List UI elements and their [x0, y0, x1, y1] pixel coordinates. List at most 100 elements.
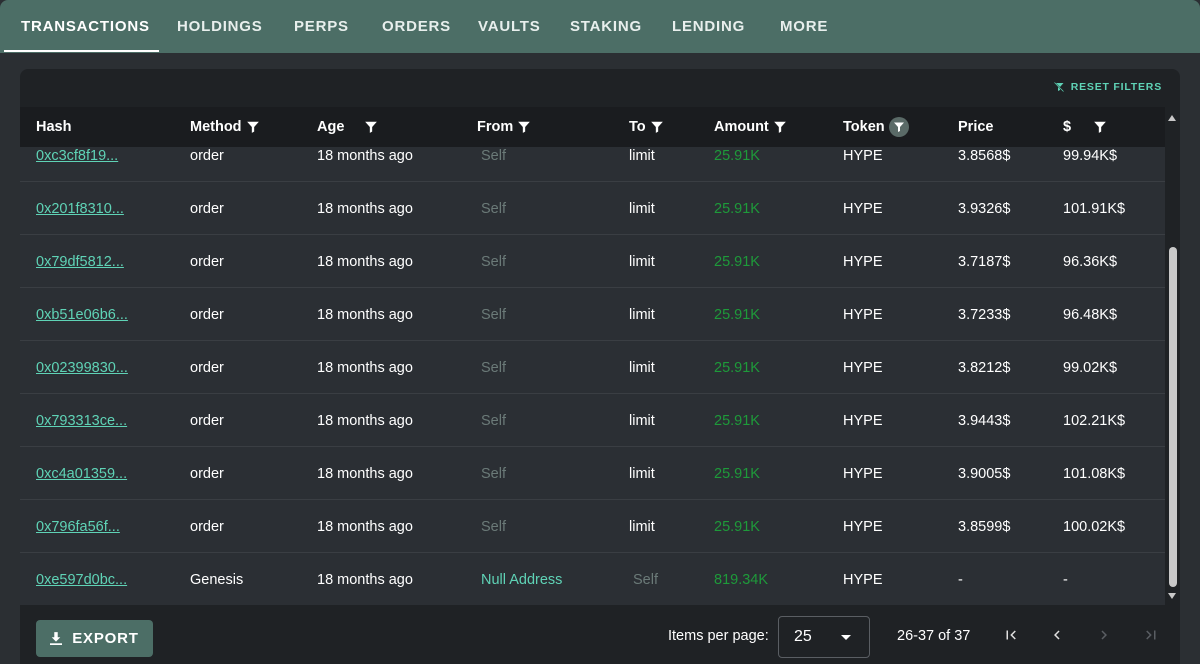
column-header-usd: $ [1063, 107, 1107, 147]
from-cell: Self [481, 518, 506, 535]
scroll-up-arrow-icon[interactable] [1168, 115, 1176, 121]
amount-cell: 25.91K [714, 306, 760, 323]
tab-perps[interactable]: PERPS [294, 0, 349, 53]
column-label: From [477, 119, 514, 135]
filter-off-icon [1053, 81, 1064, 93]
items-per-page-value: 25 [794, 628, 812, 645]
hash-link[interactable]: 0x796fa56f... [36, 500, 120, 553]
scrollbar-thumb[interactable] [1169, 247, 1177, 587]
to-cell: limit [629, 359, 655, 376]
chevron-left-icon [1054, 630, 1060, 640]
tab-holdings[interactable]: HOLDINGS [177, 0, 263, 53]
filter-icon[interactable] [773, 119, 787, 135]
price-cell: 3.8568$ [958, 147, 1011, 164]
hash-link[interactable]: 0xb51e06b6... [36, 288, 128, 341]
price-cell: 3.9326$ [958, 200, 1011, 217]
price-cell: 3.8599$ [958, 518, 1011, 535]
hash-link[interactable]: 0xc3cf8f19... [36, 147, 118, 182]
amount-cell: 25.91K [714, 200, 760, 217]
tab-staking[interactable]: STAKING [570, 0, 642, 53]
table-footer: EXPORT Items per page: 25 26-37 of 37 [20, 605, 1180, 664]
export-label: EXPORT [72, 630, 139, 647]
from-cell: Self [481, 253, 506, 270]
method-cell: order [190, 147, 224, 164]
age-cell: 18 months ago [317, 518, 413, 535]
last-page-button[interactable] [1138, 622, 1164, 648]
method-cell: order [190, 253, 224, 270]
column-label: $ [1063, 119, 1072, 135]
scroll-down-arrow-icon[interactable] [1168, 593, 1176, 599]
to-cell: limit [629, 306, 655, 323]
amount-cell: 25.91K [714, 253, 760, 270]
hash-link[interactable]: 0x793313ce... [36, 394, 127, 447]
items-per-page-select[interactable]: 25 [778, 616, 870, 658]
hash-link[interactable]: 0x02399830... [36, 341, 128, 394]
usd-value-cell: - [1063, 571, 1068, 588]
from-cell: Self [481, 359, 506, 376]
age-cell: 18 months ago [317, 412, 413, 429]
chevron-right-icon [1101, 630, 1107, 640]
hash-link[interactable]: 0x79df5812... [36, 235, 124, 288]
column-header-price: Price [958, 107, 993, 147]
tab-bar: TRANSACTIONS HOLDINGS PERPS ORDERS VAULT… [0, 0, 1200, 53]
method-cell: order [190, 518, 224, 535]
to-cell: limit [629, 253, 655, 270]
price-cell: - [958, 571, 963, 588]
reset-filters-button[interactable]: RESET FILTERS [1053, 81, 1162, 93]
filter-icon[interactable] [246, 119, 260, 135]
column-label: Amount [714, 119, 769, 135]
to-cell: limit [629, 412, 655, 429]
hash-link[interactable]: 0xe597d0bc... [36, 553, 127, 605]
method-cell: Genesis [190, 571, 244, 588]
usd-value-cell: 96.36K$ [1063, 253, 1118, 270]
amount-cell: 25.91K [714, 412, 760, 429]
age-cell: 18 months ago [317, 571, 413, 588]
tab-orders[interactable]: ORDERS [382, 0, 451, 53]
token-cell: HYPE [843, 253, 883, 270]
age-cell: 18 months ago [317, 200, 413, 217]
age-cell: 18 months ago [317, 253, 413, 270]
active-tab-indicator [4, 50, 159, 52]
table-row: 0xb51e06b6... order 18 months ago Self limit… [20, 288, 1165, 341]
token-cell: HYPE [843, 147, 883, 164]
table-row: 0xc4a01359... order 18 months ago Self limit… [20, 447, 1165, 500]
filter-icon[interactable] [364, 119, 378, 135]
usd-value-cell: 99.94K$ [1063, 147, 1118, 164]
next-page-button[interactable] [1091, 622, 1117, 648]
to-cell: limit [629, 465, 655, 482]
tab-transactions[interactable]: TRANSACTIONS [21, 0, 150, 53]
filter-icon[interactable] [1093, 119, 1107, 135]
table-row: 0x793313ce... order 18 months ago Self limit… [20, 394, 1165, 447]
column-label: Price [958, 119, 994, 135]
column-header-amount: Amount [714, 107, 787, 147]
tab-vaults[interactable]: VAULTS [478, 0, 541, 53]
column-header-hash: Hash [36, 107, 71, 147]
to-cell: limit [629, 147, 655, 164]
first-page-button[interactable] [998, 622, 1024, 648]
table-row: 0x796fa56f... order 18 months ago Self limit… [20, 500, 1165, 553]
method-cell: order [190, 306, 224, 323]
filter-icon[interactable] [888, 117, 909, 137]
hash-link[interactable]: 0xc4a01359... [36, 447, 127, 500]
table-row: 0x79df5812... order 18 months ago Self limit… [20, 235, 1165, 288]
export-button[interactable]: EXPORT [36, 620, 153, 657]
to-cell: limit [629, 200, 655, 217]
table-row: 0x02399830... order 18 months ago Self limit… [20, 341, 1165, 394]
tab-more[interactable]: MORE [780, 0, 828, 53]
token-cell: HYPE [843, 571, 883, 588]
filter-icon[interactable] [517, 119, 531, 135]
method-cell: order [190, 359, 224, 376]
filter-icon[interactable] [650, 119, 664, 135]
previous-page-button[interactable] [1044, 622, 1070, 648]
from-cell: Null Address [481, 571, 563, 588]
token-cell: HYPE [843, 412, 883, 429]
first-page-icon [1006, 630, 1016, 640]
hash-link[interactable]: 0x201f8310... [36, 182, 124, 235]
from-cell: Self [481, 147, 506, 164]
price-cell: 3.9005$ [958, 465, 1011, 482]
tab-lending[interactable]: LENDING [672, 0, 745, 53]
token-cell: HYPE [843, 359, 883, 376]
column-header-token: Token [843, 107, 909, 147]
table-scrollbar[interactable] [1165, 107, 1180, 605]
table-body: 0xc3cf8f19... order 18 months ago Self limit… [20, 147, 1165, 605]
